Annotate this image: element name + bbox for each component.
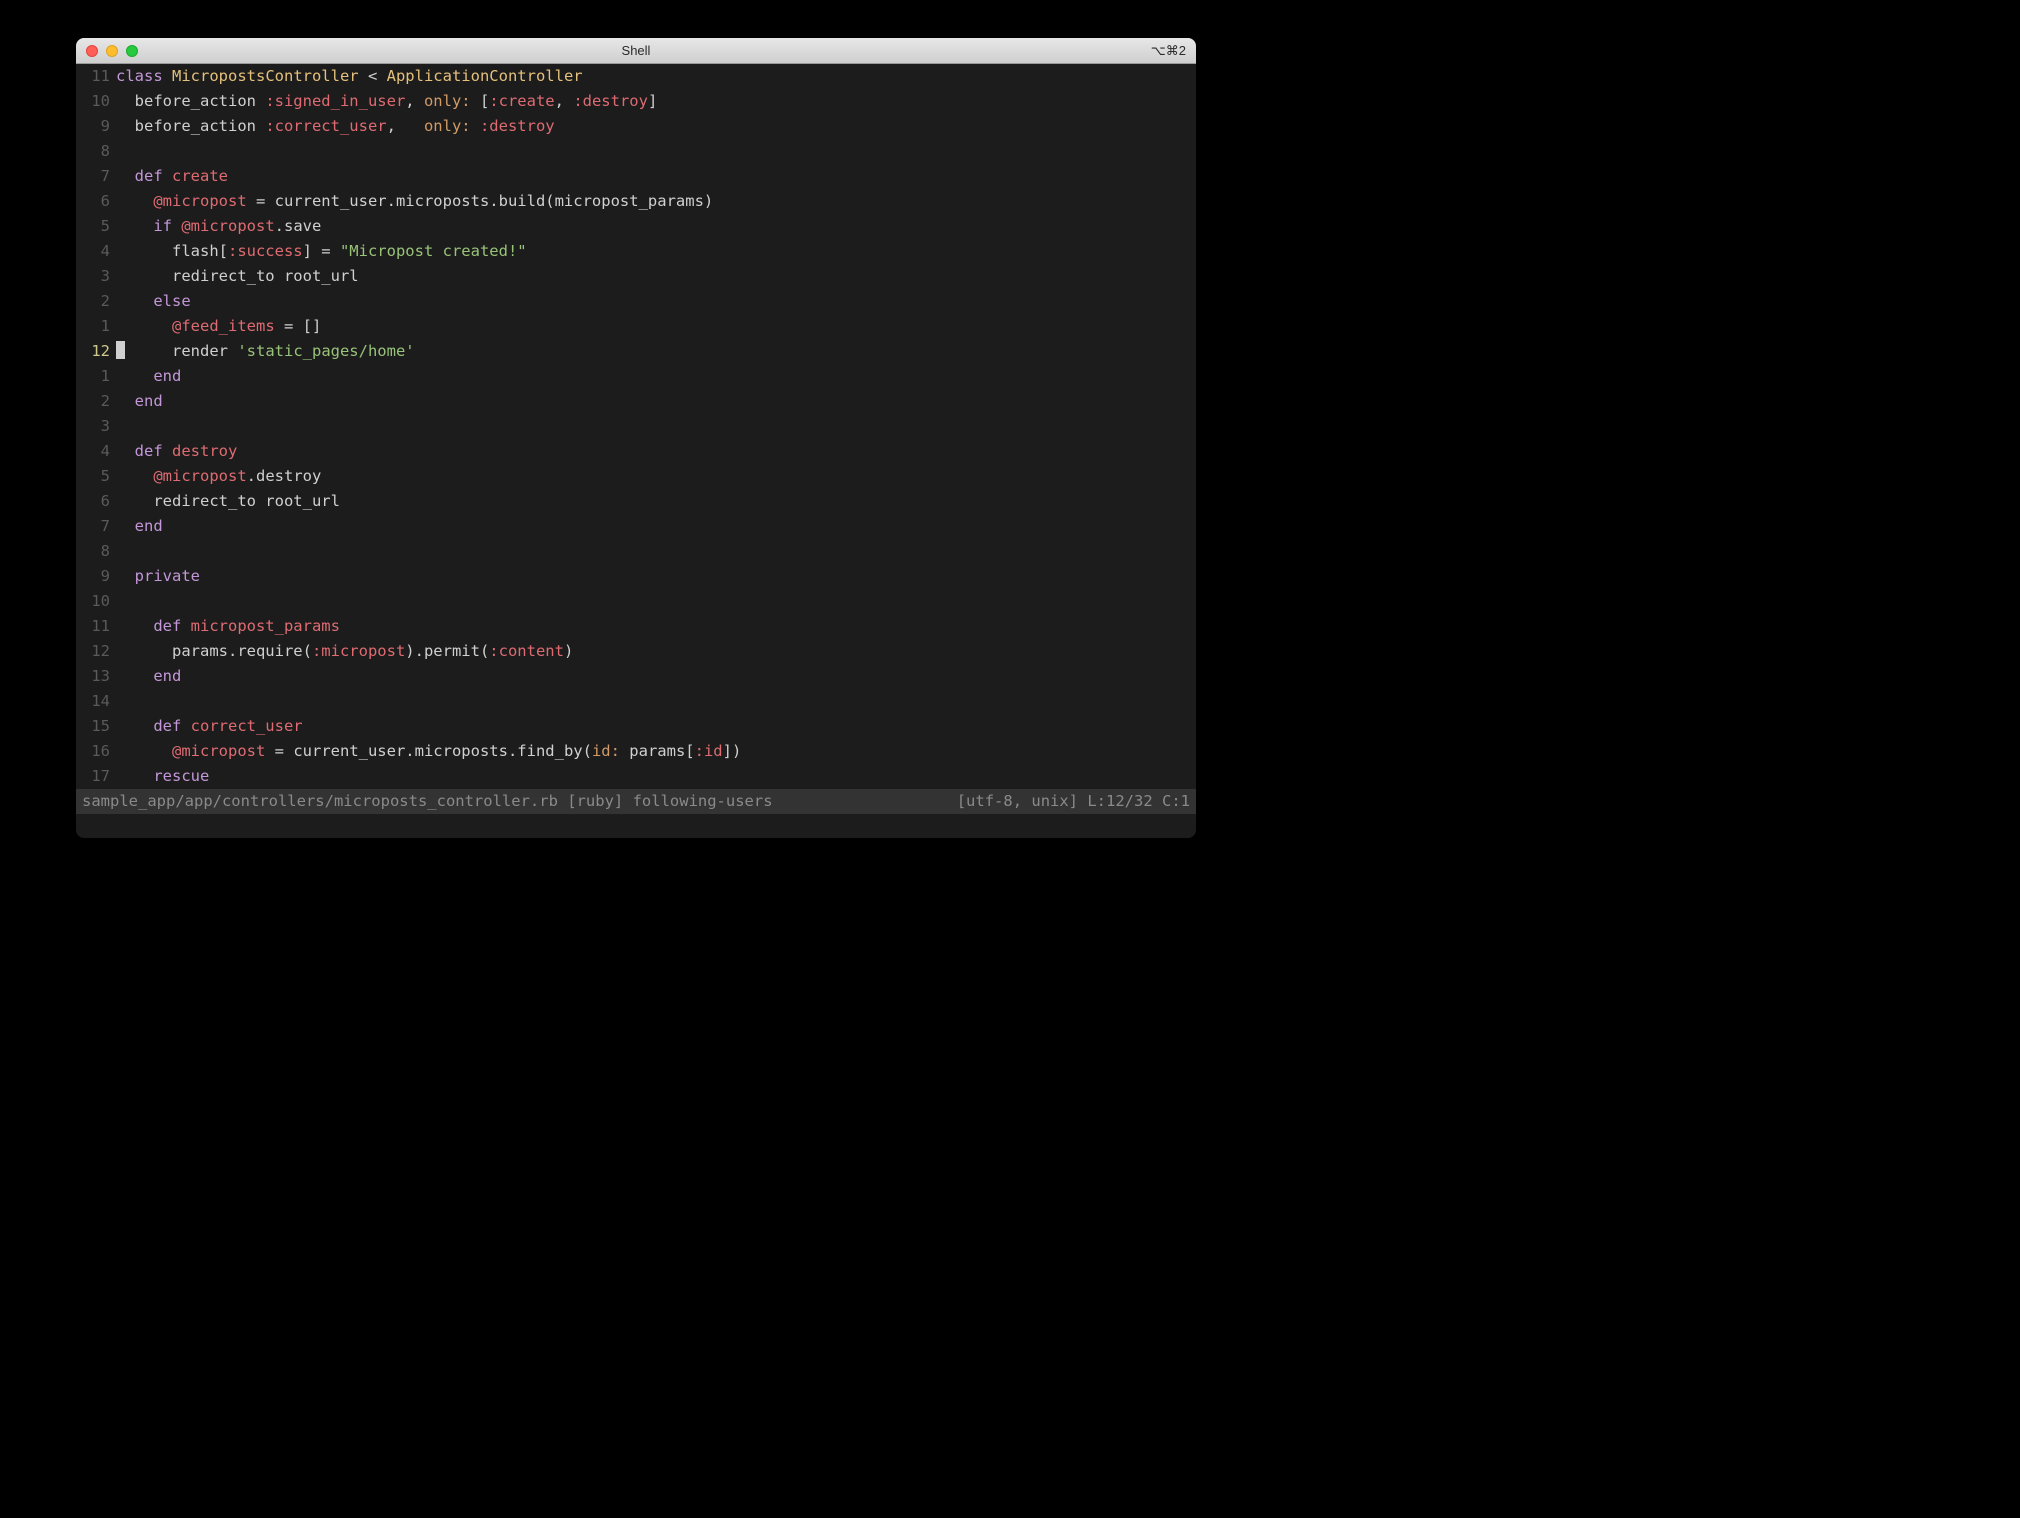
line-content[interactable]: def correct_user: [116, 714, 1196, 739]
line-number: 16: [76, 739, 116, 764]
line-number: 15: [76, 714, 116, 739]
line-content[interactable]: before_action :correct_user, only: :dest…: [116, 114, 1196, 139]
line-number: 6: [76, 489, 116, 514]
titlebar: Shell ⌥⌘2: [76, 38, 1196, 64]
line-content[interactable]: redirect_to root_url: [116, 264, 1196, 289]
line-content[interactable]: end: [116, 389, 1196, 414]
code-line[interactable]: 8: [76, 539, 1196, 564]
line-number: 2: [76, 389, 116, 414]
line-content[interactable]: [116, 589, 1196, 614]
line-number: 12: [76, 639, 116, 664]
code-line[interactable]: 17 rescue: [76, 764, 1196, 789]
line-content[interactable]: @micropost.destroy: [116, 464, 1196, 489]
line-content[interactable]: flash[:success] = "Micropost created!": [116, 239, 1196, 264]
line-number: 13: [76, 664, 116, 689]
line-content[interactable]: else: [116, 289, 1196, 314]
code-line[interactable]: 3: [76, 414, 1196, 439]
line-content[interactable]: private: [116, 564, 1196, 589]
line-content[interactable]: end: [116, 364, 1196, 389]
line-number: 3: [76, 264, 116, 289]
status-left: sample_app/app/controllers/microposts_co…: [82, 789, 773, 814]
code-line[interactable]: 5 if @micropost.save: [76, 214, 1196, 239]
line-number: 7: [76, 514, 116, 539]
code-line[interactable]: 3 redirect_to root_url: [76, 264, 1196, 289]
line-number: 12: [76, 339, 116, 364]
code-line[interactable]: 9 private: [76, 564, 1196, 589]
line-number: 10: [76, 89, 116, 114]
code-line[interactable]: 12 params.require(:micropost).permit(:co…: [76, 639, 1196, 664]
line-content[interactable]: end: [116, 514, 1196, 539]
line-content[interactable]: @micropost = current_user.microposts.bui…: [116, 189, 1196, 214]
line-content[interactable]: def create: [116, 164, 1196, 189]
line-content[interactable]: before_action :signed_in_user, only: [:c…: [116, 89, 1196, 114]
code-line[interactable]: 4 def destroy: [76, 439, 1196, 464]
code-line[interactable]: 9 before_action :correct_user, only: :de…: [76, 114, 1196, 139]
code-line[interactable]: 8: [76, 139, 1196, 164]
code-line[interactable]: 2 end: [76, 389, 1196, 414]
line-content[interactable]: render 'static_pages/home': [116, 339, 1196, 364]
line-number: 3: [76, 414, 116, 439]
line-number: 2: [76, 289, 116, 314]
line-content[interactable]: params.require(:micropost).permit(:conte…: [116, 639, 1196, 664]
status-bar: sample_app/app/controllers/microposts_co…: [76, 789, 1196, 814]
line-content[interactable]: @micropost = current_user.microposts.fin…: [116, 739, 1196, 764]
code-line[interactable]: 7 def create: [76, 164, 1196, 189]
line-content[interactable]: end: [116, 664, 1196, 689]
code-line[interactable]: 2 else: [76, 289, 1196, 314]
line-number: 17: [76, 764, 116, 789]
window-title: Shell: [76, 38, 1196, 63]
line-number: 9: [76, 114, 116, 139]
line-content[interactable]: [116, 539, 1196, 564]
line-number: 4: [76, 239, 116, 264]
line-number: 5: [76, 464, 116, 489]
line-content[interactable]: class MicropostsController < Application…: [116, 64, 1196, 89]
line-content[interactable]: [116, 689, 1196, 714]
terminal-window: Shell ⌥⌘2 11class MicropostsController <…: [76, 38, 1196, 838]
window-shortcut: ⌥⌘2: [1151, 38, 1186, 63]
code-line[interactable]: 12 render 'static_pages/home': [76, 339, 1196, 364]
line-number: 5: [76, 214, 116, 239]
line-number: 11: [76, 64, 116, 89]
code-line[interactable]: 11 def micropost_params: [76, 614, 1196, 639]
status-right: [utf-8, unix] L:12/32 C:1: [957, 789, 1190, 814]
code-line[interactable]: 1 end: [76, 364, 1196, 389]
line-number: 7: [76, 164, 116, 189]
code-container[interactable]: 11class MicropostsController < Applicati…: [76, 64, 1196, 789]
code-line[interactable]: 11class MicropostsController < Applicati…: [76, 64, 1196, 89]
line-content[interactable]: if @micropost.save: [116, 214, 1196, 239]
code-line[interactable]: 1 @feed_items = []: [76, 314, 1196, 339]
code-line[interactable]: 10 before_action :signed_in_user, only: …: [76, 89, 1196, 114]
code-line[interactable]: 7 end: [76, 514, 1196, 539]
line-content[interactable]: redirect_to root_url: [116, 489, 1196, 514]
code-line[interactable]: 4 flash[:success] = "Micropost created!": [76, 239, 1196, 264]
line-number: 10: [76, 589, 116, 614]
line-number: 1: [76, 314, 116, 339]
line-content[interactable]: [116, 414, 1196, 439]
code-line[interactable]: 5 @micropost.destroy: [76, 464, 1196, 489]
line-content[interactable]: @feed_items = []: [116, 314, 1196, 339]
code-line[interactable]: 10: [76, 589, 1196, 614]
code-line[interactable]: 16 @micropost = current_user.microposts.…: [76, 739, 1196, 764]
line-content[interactable]: def micropost_params: [116, 614, 1196, 639]
line-number: 8: [76, 139, 116, 164]
editor-area[interactable]: 11class MicropostsController < Applicati…: [76, 64, 1196, 838]
line-number: 14: [76, 689, 116, 714]
code-line[interactable]: 6 @micropost = current_user.microposts.b…: [76, 189, 1196, 214]
line-number: 9: [76, 564, 116, 589]
code-line[interactable]: 15 def correct_user: [76, 714, 1196, 739]
line-number: 11: [76, 614, 116, 639]
line-content[interactable]: rescue: [116, 764, 1196, 789]
line-number: 8: [76, 539, 116, 564]
line-content[interactable]: [116, 139, 1196, 164]
line-number: 4: [76, 439, 116, 464]
line-number: 6: [76, 189, 116, 214]
code-line[interactable]: 14: [76, 689, 1196, 714]
line-content[interactable]: def destroy: [116, 439, 1196, 464]
code-line[interactable]: 6 redirect_to root_url: [76, 489, 1196, 514]
line-number: 1: [76, 364, 116, 389]
code-line[interactable]: 13 end: [76, 664, 1196, 689]
